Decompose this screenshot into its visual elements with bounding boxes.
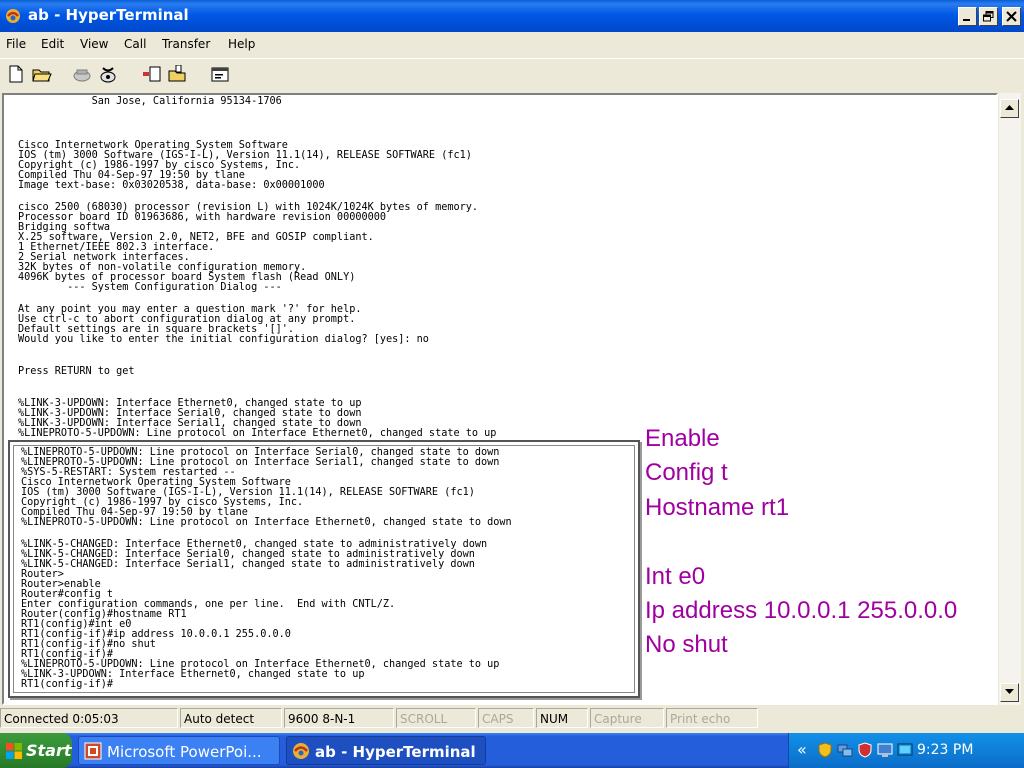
open-icon: [32, 69, 52, 82]
snapshot-content: %LINEPROTO-5-UPDOWN: Line protocol on In…: [13, 445, 635, 693]
task-powerpoint-label: Microsoft PowerPoi...: [107, 743, 262, 761]
terminal-line: Press RETURN to get: [18, 366, 135, 377]
disconnect-button[interactable]: [70, 63, 94, 85]
minimize-button[interactable]: [958, 7, 977, 26]
menu-call[interactable]: Call: [124, 37, 146, 51]
snapshot-line: RT1(config-if)#: [21, 679, 114, 690]
properties-icon: [211, 67, 229, 82]
receive-button[interactable]: [166, 63, 190, 85]
hyperterminal-icon: [6, 9, 20, 23]
system-tray: « 9:23 PM: [788, 733, 1024, 768]
start-button[interactable]: Start: [0, 733, 72, 768]
terminal-line: Image text-base: 0x03020538, data-base: …: [18, 180, 325, 191]
properties-button[interactable]: [208, 63, 232, 85]
dial-button[interactable]: [96, 63, 120, 85]
start-label: Start: [26, 741, 72, 760]
restore-icon: [983, 11, 994, 22]
scroll-up-button[interactable]: [1000, 99, 1019, 118]
terminal-line: San Jose, California 95134-1706: [18, 96, 282, 107]
send-icon: [143, 66, 161, 82]
taskbar: Start Microsoft PowerPoi... ab - HyperTe…: [0, 733, 1024, 768]
print-echo-indicator: Print echo: [666, 708, 758, 728]
receive-icon: [168, 65, 186, 82]
title-bar[interactable]: ab - HyperTerminal: [0, 0, 1024, 32]
capture-indicator: Capture: [590, 708, 664, 728]
toolbar: [0, 58, 1024, 91]
close-icon: [1006, 11, 1017, 22]
disconnect-icon: [73, 69, 91, 82]
new-icon: [9, 65, 23, 83]
menu-view[interactable]: View: [80, 37, 108, 51]
window-title: ab - HyperTerminal: [28, 6, 189, 24]
maximize-button[interactable]: [979, 7, 998, 26]
terminal-line: --- System Configuration Dialog ---: [18, 282, 282, 293]
status-bar: Connected 0:05:03 Auto detect 9600 8-N-1…: [0, 706, 1024, 730]
powerpoint-icon: [84, 742, 102, 760]
close-button[interactable]: [1002, 7, 1021, 26]
snapshot-line: %LINK-5-CHANGED: Interface Serial1, chan…: [21, 559, 475, 570]
menu-transfer[interactable]: Transfer: [162, 37, 210, 51]
antivirus-icon[interactable]: [857, 742, 873, 758]
hyperterminal-task-icon: [293, 743, 309, 759]
snapshot-line: %LINEPROTO-5-UPDOWN: Line protocol on In…: [21, 517, 512, 528]
scroll-down-button[interactable]: [1000, 683, 1019, 702]
up-arrow-icon: [1005, 105, 1014, 110]
task-powerpoint[interactable]: Microsoft PowerPoi...: [78, 736, 280, 765]
open-button[interactable]: [30, 63, 54, 85]
connection-time: Connected 0:05:03: [0, 708, 178, 728]
menu-bar: File Edit View Call Transfer Help: [0, 32, 1024, 56]
detect-status: Auto detect: [180, 708, 282, 728]
menu-help[interactable]: Help: [228, 37, 255, 51]
dial-icon: [100, 67, 116, 83]
note-line: No shut: [645, 631, 728, 658]
menu-file[interactable]: File: [6, 37, 26, 51]
menu-edit[interactable]: Edit: [41, 37, 64, 51]
note-line: Ip address 10.0.0.1 255.0.0.0: [645, 597, 958, 624]
note-line: Int e0: [645, 563, 706, 590]
network-icon[interactable]: [837, 742, 853, 758]
clock: 9:23 PM: [917, 742, 974, 758]
task-hyperterminal-label: ab - HyperTerminal: [315, 743, 476, 761]
scroll-indicator: SCROLL: [396, 708, 476, 728]
caps-indicator: CAPS: [478, 708, 534, 728]
terminal-snapshot-overlay: %LINEPROTO-5-UPDOWN: Line protocol on In…: [8, 440, 640, 698]
security-shield-icon[interactable]: [817, 742, 833, 758]
port-settings: 9600 8-N-1: [284, 708, 394, 728]
monitor-icon[interactable]: [897, 742, 913, 758]
vertical-scrollbar[interactable]: [999, 93, 1021, 705]
send-button[interactable]: [140, 63, 164, 85]
windows-logo-icon: [6, 743, 22, 759]
note-line: Config t: [645, 459, 728, 486]
note-line: Enable: [645, 425, 720, 452]
down-arrow-icon: [1005, 689, 1014, 694]
task-hyperterminal[interactable]: ab - HyperTerminal: [286, 736, 486, 765]
tray-expand-chevron[interactable]: «: [797, 740, 807, 759]
new-connection-button[interactable]: [4, 63, 28, 85]
note-line: Hostname rt1: [645, 494, 790, 521]
num-indicator: NUM: [536, 708, 588, 728]
display-icon[interactable]: [877, 742, 893, 758]
terminal-line: Would you like to enter the initial conf…: [18, 334, 429, 345]
terminal-line: %LINEPROTO-5-UPDOWN: Line protocol on In…: [18, 428, 497, 439]
minimize-icon: [963, 19, 970, 21]
